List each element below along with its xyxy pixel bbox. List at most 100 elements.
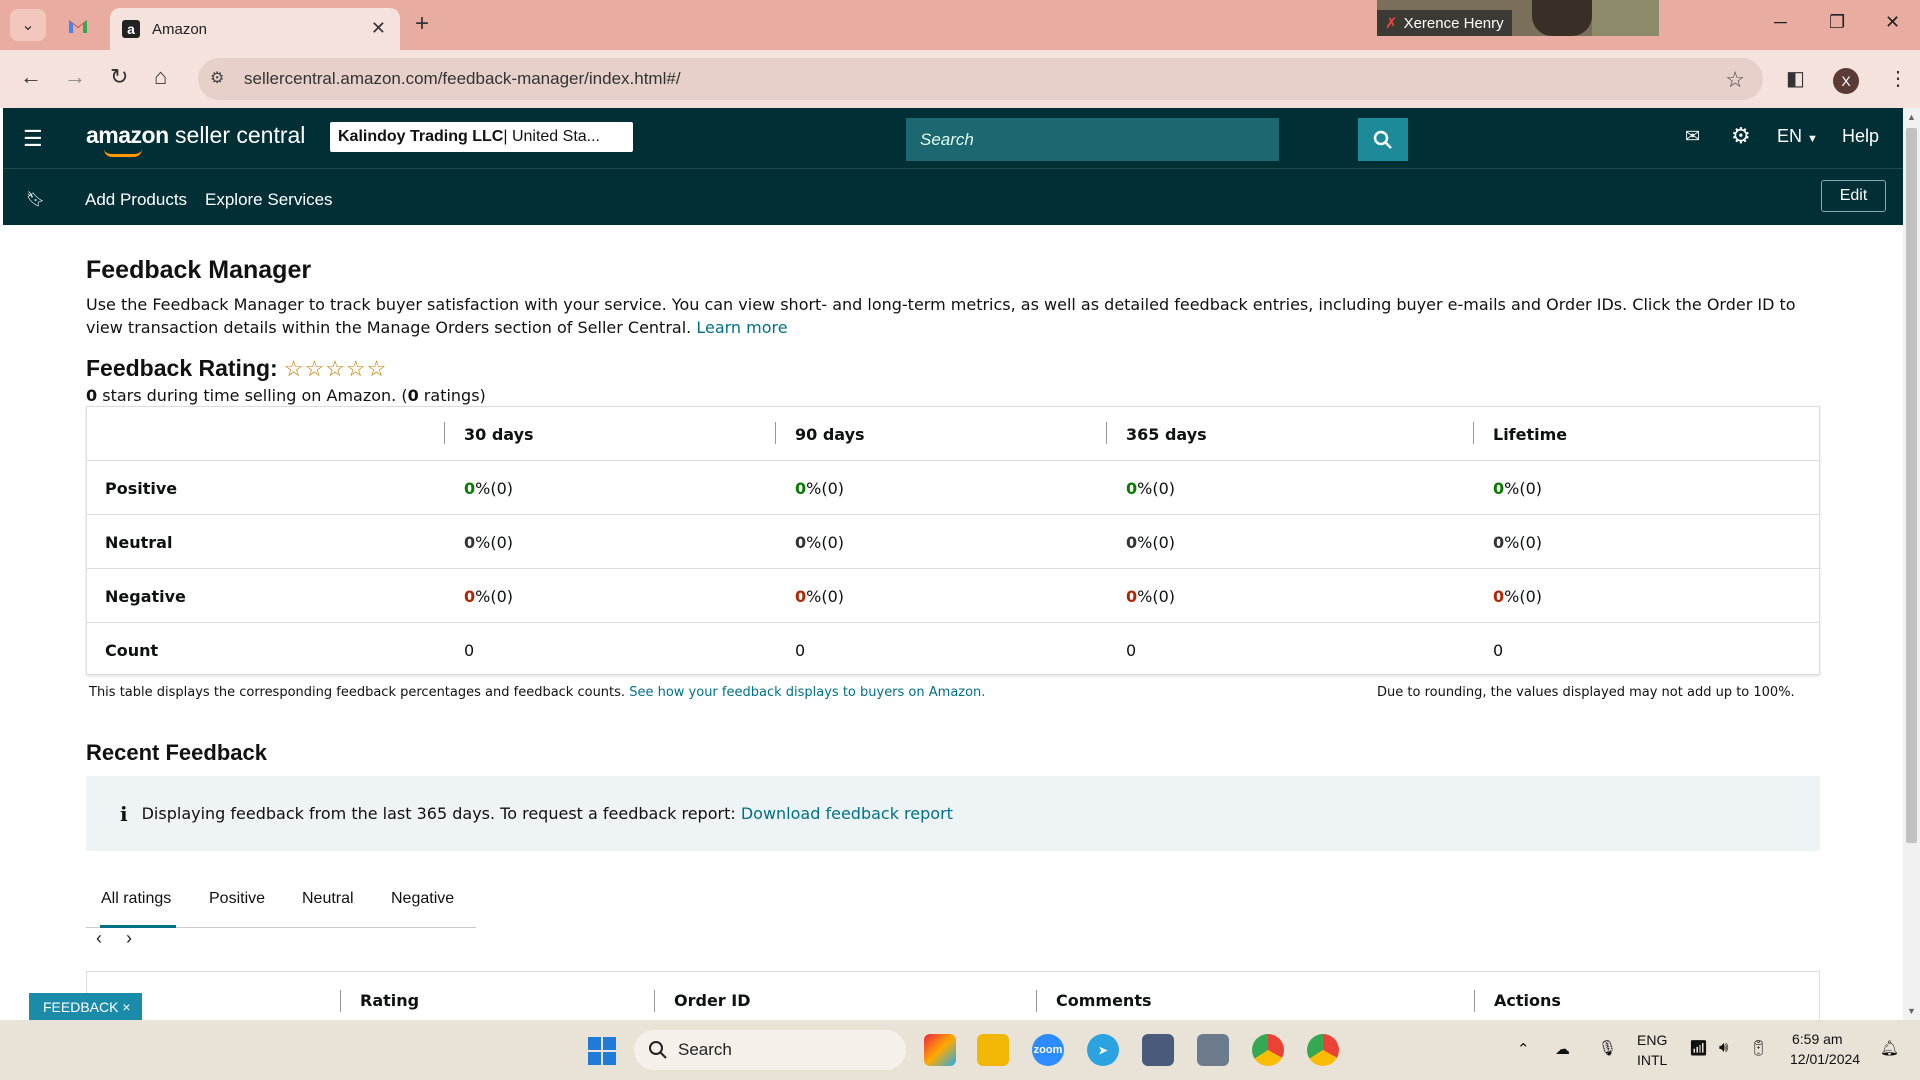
chevron-right-icon[interactable]: › — [126, 928, 132, 949]
column-header: Lifetime — [1473, 407, 1567, 461]
header-divider — [3, 168, 1903, 169]
table-row: Positive 0 %(0) 0 %(0) 0 %(0) 0 %(0) — [87, 461, 1819, 515]
metric-cell: 0 %(0) — [1493, 586, 1543, 606]
seller-central-logo[interactable]: amazon seller central — [86, 122, 305, 157]
recent-feedback-title: Recent Feedback — [86, 740, 267, 765]
chrome-profile-icon[interactable] — [1307, 1034, 1339, 1066]
gmail-icon — [69, 20, 87, 33]
hamburger-menu-icon[interactable]: ☰ — [23, 126, 43, 152]
account-switcher[interactable]: Kalindoy Trading LLC | United Sta... — [330, 122, 633, 152]
profile-avatar[interactable]: X — [1833, 68, 1859, 94]
notification-bell-icon[interactable]: 🔔︎ — [1880, 1039, 1899, 1057]
search-input[interactable]: Search — [906, 118, 1279, 161]
scroll-up-icon[interactable]: ▲ — [1907, 112, 1916, 122]
info-alert: i Displaying feedback from the last 365 … — [86, 776, 1820, 851]
page-scrollbar[interactable]: ▲ ▼ — [1903, 108, 1920, 1020]
tab-title: Amazon — [152, 20, 208, 38]
bookmark-star-icon[interactable]: ☆ — [1725, 67, 1745, 93]
taskbar-search[interactable]: Search — [634, 1030, 906, 1070]
row-label: Positive — [105, 478, 178, 498]
caret-down-icon: ▼ — [1807, 133, 1818, 145]
active-tab[interactable]: a Amazon ✕ — [110, 8, 400, 50]
chrome-icon[interactable] — [1252, 1034, 1284, 1066]
telegram-icon[interactable]: ➤ — [1087, 1034, 1119, 1066]
metric-cell: 0 %(0) — [464, 478, 514, 498]
close-window-icon[interactable]: ✕ — [1885, 12, 1900, 33]
microphone-icon[interactable]: 🎙︎ — [1598, 1039, 1617, 1057]
snipping-tool-icon[interactable] — [1142, 1034, 1174, 1066]
restore-icon[interactable]: ❐ — [1829, 12, 1845, 33]
back-icon[interactable]: ← — [20, 64, 42, 90]
metric-cell: 0 %(0) — [795, 478, 845, 498]
office-icon[interactable] — [924, 1034, 956, 1066]
home-icon[interactable]: ⌂ — [154, 64, 167, 90]
see-feedback-display-link[interactable]: See how your feedback displays to buyers… — [629, 685, 985, 700]
participant-video-bg — [1592, 0, 1659, 36]
minimize-icon[interactable]: ─ — [1774, 12, 1787, 33]
tab-positive[interactable]: Positive — [209, 890, 265, 908]
chevron-left-icon[interactable]: ‹ — [96, 928, 102, 949]
side-panel-icon[interactable]: ◧ — [1786, 66, 1805, 91]
edit-nav-button[interactable]: Edit — [1821, 180, 1886, 212]
tab-neutral[interactable]: Neutral — [302, 890, 354, 908]
onedrive-icon[interactable]: ☁ — [1555, 1040, 1570, 1058]
amazon-favicon-icon: a — [122, 20, 140, 38]
clock-date[interactable]: 12/01/2024 — [1790, 1051, 1860, 1067]
metric-cell: 0 %(0) — [1126, 586, 1176, 606]
rating-tabs: All ratings Positive Neutral Negative — [86, 872, 476, 928]
site-info-icon[interactable]: ⚙ — [210, 68, 224, 88]
zoom-icon[interactable]: zoom — [1032, 1034, 1064, 1066]
calculator-icon[interactable] — [1197, 1034, 1229, 1066]
star-rating-icon: ☆☆☆☆☆ — [283, 355, 388, 381]
metric-cell: 0 %(0) — [795, 586, 845, 606]
forward-icon[interactable]: → — [64, 64, 86, 90]
tray-chevron-up-icon[interactable]: ⌃ — [1517, 1040, 1530, 1058]
feedback-button[interactable]: FEEDBACK × — [29, 993, 142, 1020]
volume-icon[interactable]: 🔊︎ — [1719, 1039, 1728, 1056]
windows-start-icon[interactable] — [588, 1037, 616, 1065]
clock-time[interactable]: 6:59 am — [1792, 1031, 1843, 1047]
close-tab-icon[interactable]: ✕ — [371, 18, 386, 39]
subnav-explore-services[interactable]: Explore Services — [205, 190, 333, 210]
address-bar[interactable]: ⚙ sellercentral.amazon.com/feedback-mana… — [198, 58, 1763, 100]
language-selector[interactable]: EN ▼ — [1777, 126, 1818, 147]
keyboard-layout: INTL — [1637, 1052, 1668, 1068]
video-call-thumbnail[interactable]: ✗ Xerence Henry — [1377, 0, 1659, 36]
seller-central-header: ☰ amazon seller central Kalindoy Trading… — [3, 108, 1903, 225]
tab-all-ratings[interactable]: All ratings — [101, 890, 171, 908]
scroll-down-icon[interactable]: ▼ — [1907, 1006, 1916, 1016]
wifi-icon[interactable]: 📶︎ — [1689, 1039, 1708, 1057]
download-feedback-report-link[interactable]: Download feedback report — [741, 804, 953, 823]
feedback-metrics-table: 30 days 90 days 365 days Lifetime Positi… — [86, 406, 1820, 675]
participant-video — [1532, 0, 1592, 36]
gmail-tab[interactable] — [60, 10, 96, 42]
scrollbar-thumb[interactable] — [1906, 128, 1917, 843]
help-link[interactable]: Help — [1842, 126, 1879, 147]
chevron-down-icon: ⌄ — [21, 17, 35, 34]
reload-icon[interactable]: ↻ — [110, 64, 128, 90]
tab-search-button[interactable]: ⌄ — [10, 9, 46, 41]
participant-name: ✗ Xerence Henry — [1377, 10, 1512, 36]
metric-cell: 0 %(0) — [1126, 478, 1176, 498]
settings-gear-icon[interactable]: ⚙ — [1731, 123, 1751, 149]
language-indicator[interactable]: ENG — [1637, 1032, 1667, 1048]
tab-negative[interactable]: Negative — [391, 890, 454, 908]
page-title: Feedback Manager — [86, 256, 312, 284]
browser-toolbar: ← → ↻ ⌂ ⚙ sellercentral.amazon.com/feedb… — [0, 50, 1920, 108]
search-button[interactable] — [1358, 118, 1408, 161]
bookmark-icon[interactable]: 🔖︎ — [26, 190, 45, 208]
row-label: Count — [105, 640, 159, 660]
url-text: sellercentral.amazon.com/feedback-manage… — [244, 69, 681, 88]
more-menu-icon[interactable]: ⋮ — [1888, 66, 1908, 91]
metric-cell: 0 %(0) — [464, 532, 514, 552]
file-explorer-icon[interactable] — [977, 1034, 1009, 1066]
learn-more-link[interactable]: Learn more — [696, 318, 787, 337]
metric-cell: 0 %(0) — [1493, 478, 1543, 498]
subnav-add-products[interactable]: Add Products — [85, 190, 187, 210]
mail-icon[interactable]: ✉ — [1685, 126, 1700, 147]
rounding-note: Due to rounding, the values displayed ma… — [1377, 685, 1795, 700]
battery-icon[interactable]: 🔋︎ — [1749, 1039, 1768, 1057]
table-note: This table displays the corresponding fe… — [89, 685, 986, 700]
new-tab-button[interactable]: + — [415, 10, 429, 38]
metric-cell: 0 — [464, 640, 475, 660]
